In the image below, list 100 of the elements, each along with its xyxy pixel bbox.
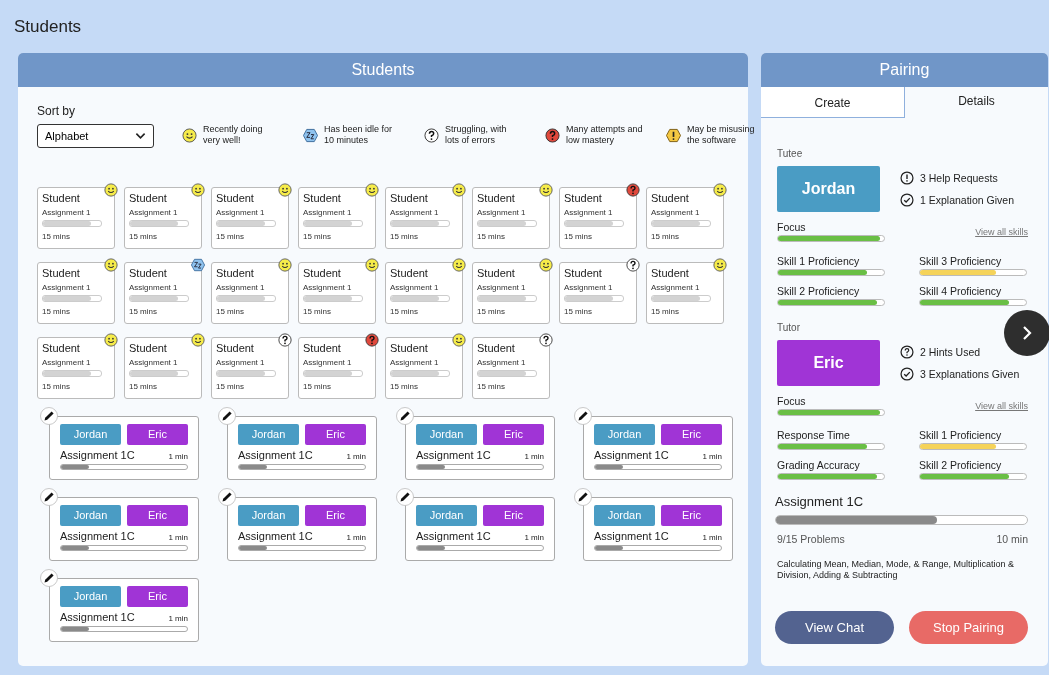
- problems-count: 9/15 Problems: [777, 533, 845, 545]
- smiley-icon: [182, 127, 197, 143]
- view-skills-link[interactable]: View all skills: [975, 227, 1028, 237]
- tutor-chip: Eric: [127, 505, 188, 526]
- legend-label: Recently doing very well!: [203, 124, 264, 146]
- assignment-label: Assignment 1: [303, 358, 353, 367]
- time-label: 1 min: [168, 452, 188, 461]
- sleeping-hexagon-icon: [191, 258, 205, 272]
- time-label: 15 mins: [42, 307, 71, 316]
- pencil-icon[interactable]: [40, 488, 58, 506]
- tab[interactable]: Create: [761, 87, 905, 118]
- student-name: Student: [651, 267, 690, 279]
- time-label: 15 mins: [216, 232, 245, 241]
- smiley-icon: [539, 183, 553, 197]
- question-icon: [545, 127, 560, 143]
- time-label: 15 mins: [651, 307, 680, 316]
- pencil-icon[interactable]: [218, 488, 236, 506]
- meter-label: Skill 1 Proficiency: [777, 255, 861, 267]
- student-name: Student: [303, 267, 342, 279]
- assignment-label: Assignment 1C: [60, 611, 135, 623]
- student-name: Student: [390, 267, 429, 279]
- tutor-chip: Eric: [305, 505, 366, 526]
- chevron-right-icon: [1021, 325, 1033, 341]
- meter-label: Grading Accuracy: [777, 459, 861, 471]
- assignment-label: Assignment 1C: [60, 530, 135, 542]
- tutee-chip: Jordan: [60, 505, 121, 526]
- pair-card[interactable]: Jordan Eric Assignment 1C 1 min: [583, 416, 733, 480]
- pair-card[interactable]: Jordan Eric Assignment 1C 1 min: [405, 416, 555, 480]
- tutee-chip: Jordan: [416, 505, 477, 526]
- panel-header: Pairing: [761, 53, 1048, 87]
- pencil-icon[interactable]: [574, 488, 592, 506]
- pencil-icon[interactable]: [40, 407, 58, 425]
- pair-card[interactable]: Jordan Eric Assignment 1C 1 min: [49, 497, 199, 561]
- view-skills-link[interactable]: View all skills: [975, 401, 1028, 411]
- student-name: Student: [303, 192, 342, 204]
- pair-card[interactable]: Jordan Eric Assignment 1C 1 min: [583, 497, 733, 561]
- smiley-icon: [191, 333, 205, 347]
- question-icon: [626, 258, 640, 272]
- pencil-icon[interactable]: [574, 407, 592, 425]
- pencil-icon[interactable]: [218, 407, 236, 425]
- assignment-label: Assignment 1: [216, 283, 266, 292]
- tutor-chip: Eric: [305, 424, 366, 445]
- pair-card[interactable]: Jordan Eric Assignment 1C 1 min: [405, 497, 555, 561]
- time-label: 1 min: [524, 533, 544, 542]
- student-name: Student: [564, 267, 603, 279]
- student-name: Student: [42, 267, 81, 279]
- time-label: 15 mins: [564, 232, 593, 241]
- student-name: Student: [216, 192, 255, 204]
- meter-label: Skill 2 Proficiency: [919, 459, 1003, 471]
- check-circle-icon: [900, 367, 914, 381]
- pencil-icon[interactable]: [40, 569, 58, 587]
- pair-card[interactable]: Jordan Eric Assignment 1C 1 min: [49, 578, 199, 642]
- tutor-name-card[interactable]: Eric: [777, 340, 880, 386]
- smiley-icon: [104, 258, 118, 272]
- tutor-chip: Eric: [127, 586, 188, 607]
- student-name: Student: [42, 192, 81, 204]
- time-label: 1 min: [524, 452, 544, 461]
- smiley-icon: [104, 183, 118, 197]
- tutor-chip: Eric: [483, 424, 544, 445]
- time-label: 15 mins: [651, 232, 680, 241]
- student-name: Student: [129, 342, 168, 354]
- time-label: 1 min: [168, 533, 188, 542]
- assignment-label: Assignment 1: [303, 283, 353, 292]
- next-button[interactable]: [1004, 310, 1049, 356]
- meter-label: Focus: [777, 395, 807, 407]
- tutor-chip: Eric: [483, 505, 544, 526]
- smiley-icon: [191, 183, 205, 197]
- smiley-icon: [713, 258, 727, 272]
- assignment-label: Assignment 1C: [238, 530, 313, 542]
- pair-card[interactable]: Jordan Eric Assignment 1C 1 min: [49, 416, 199, 480]
- pencil-icon[interactable]: [396, 488, 414, 506]
- stat-label: 1 Explanation Given: [920, 194, 1014, 206]
- pair-card[interactable]: Jordan Eric Assignment 1C 1 min: [227, 416, 377, 480]
- student-name: Student: [216, 342, 255, 354]
- tutee-chip: Jordan: [238, 424, 299, 445]
- question-icon: [278, 333, 292, 347]
- student-name: Student: [390, 342, 429, 354]
- pair-card[interactable]: Jordan Eric Assignment 1C 1 min: [227, 497, 377, 561]
- tab[interactable]: Details: [905, 87, 1048, 118]
- smiley-icon: [452, 258, 466, 272]
- assignment-label: Assignment 1C: [594, 530, 669, 542]
- time-label: 1 min: [346, 452, 366, 461]
- student-name: Student: [129, 192, 168, 204]
- time-label: 1 min: [702, 533, 722, 542]
- role-label: Tutee: [777, 148, 804, 159]
- assignment-label: Assignment 1: [129, 283, 179, 292]
- time-label: 15 mins: [303, 307, 332, 316]
- student-name: Student: [129, 267, 168, 279]
- view-chat-button[interactable]: View Chat: [775, 611, 894, 644]
- time-label: 1 min: [346, 533, 366, 542]
- assignment-label: Assignment 1: [477, 283, 527, 292]
- tutor-chip: Eric: [127, 424, 188, 445]
- meter-label: Skill 1 Proficiency: [919, 429, 1003, 441]
- pencil-icon[interactable]: [396, 407, 414, 425]
- assignment-label: Assignment 1C: [416, 530, 491, 542]
- sort-dropdown[interactable]: Alphabet: [37, 124, 154, 148]
- student-name: Student: [477, 267, 516, 279]
- time-label: 15 mins: [390, 307, 419, 316]
- time-label: 15 mins: [216, 382, 245, 391]
- assignment-label: Assignment 1C: [60, 449, 135, 461]
